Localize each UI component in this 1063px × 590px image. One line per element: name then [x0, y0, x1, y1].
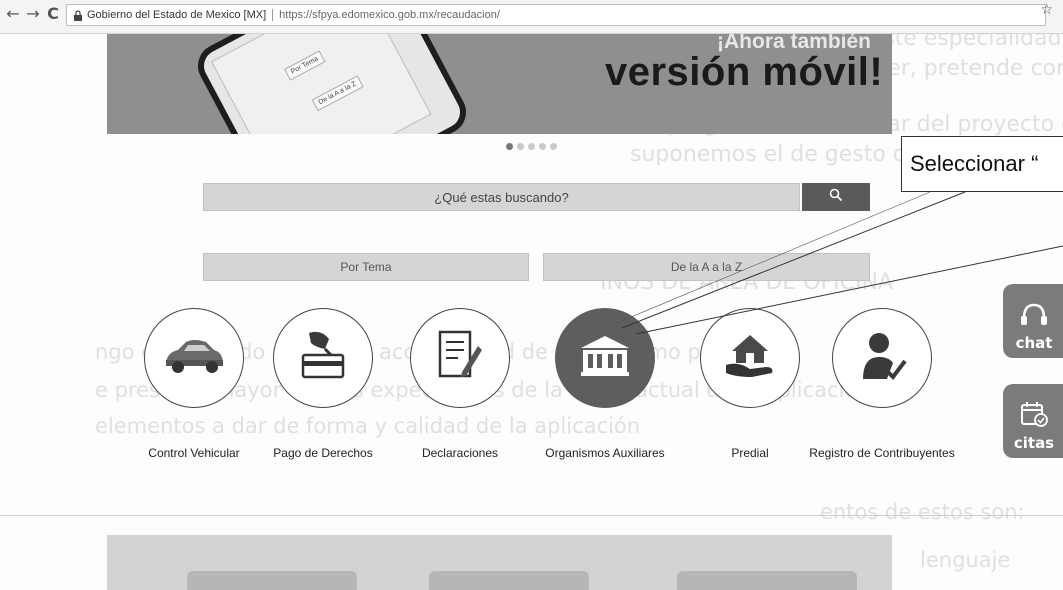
banner-thumbnail[interactable] — [187, 571, 357, 590]
phone-tile: De la A a la Z — [311, 75, 364, 112]
category-predial[interactable]: Predial — [690, 308, 810, 508]
banner-title: versión móvil! — [605, 50, 884, 94]
carousel-dot[interactable] — [550, 143, 557, 150]
browser-toolbar: ← → C Gobierno del Estado de Mexico [MX]… — [0, 0, 1063, 34]
secondary-banner[interactable] — [107, 535, 892, 590]
site-identity: Gobierno del Estado de Mexico [MX] — [87, 9, 274, 21]
category-label: Organismos Auxiliares — [545, 446, 665, 460]
lock-icon — [73, 10, 83, 21]
payment-card-icon — [295, 329, 351, 388]
forward-arrow-icon[interactable]: → — [24, 5, 42, 23]
document-pen-icon — [436, 328, 484, 389]
filter-by-topic-button[interactable]: Por Tema — [203, 253, 529, 281]
section-divider — [0, 515, 1063, 516]
carousel-dots — [506, 143, 557, 151]
headset-icon — [1019, 302, 1049, 332]
category-circle[interactable] — [555, 308, 655, 408]
category-label: Pago de Derechos — [273, 446, 373, 460]
building-icon — [579, 334, 631, 383]
back-arrow-icon[interactable]: ← — [4, 5, 22, 23]
promo-banner[interactable]: Por Tema De la A a la Z ¡Ahora también v… — [107, 34, 892, 134]
category-declaraciones[interactable]: Declaraciones — [400, 308, 520, 508]
citas-button[interactable]: citas — [1003, 384, 1063, 458]
category-circle[interactable] — [410, 308, 510, 408]
filter-a-to-z-button[interactable]: De la A a la Z — [543, 253, 870, 281]
category-label: Declaraciones — [421, 446, 499, 460]
category-circle[interactable] — [832, 308, 932, 408]
background-text-line: lenguaje — [920, 548, 1011, 572]
phone-illustration: Por Tema De la A a la Z — [190, 34, 474, 134]
url-text[interactable]: https://sfpya.edomexico.gob.mx/recaudaci… — [273, 9, 500, 21]
chat-button[interactable]: chat — [1003, 284, 1063, 358]
bookmark-star-icon[interactable]: ☆ — [1040, 2, 1053, 18]
banner-thumbnail[interactable] — [677, 571, 857, 590]
category-circle[interactable] — [273, 308, 373, 408]
phone-tile: Por Tema — [284, 50, 326, 81]
carousel-dot[interactable] — [539, 143, 546, 150]
banner-thumbnail[interactable] — [429, 571, 589, 590]
chat-label: chat — [1015, 334, 1053, 352]
citas-label: citas — [1013, 434, 1055, 452]
category-circle[interactable] — [144, 308, 244, 408]
calendar-check-icon — [1019, 400, 1049, 432]
search-icon — [829, 188, 843, 207]
category-label: Registro de Contribuyentes — [809, 446, 955, 460]
house-hand-icon — [722, 331, 778, 386]
carousel-dot[interactable] — [528, 143, 535, 150]
reload-icon[interactable]: C — [44, 5, 62, 23]
address-bar[interactable]: Gobierno del Estado de Mexico [MX] https… — [66, 4, 1046, 26]
category-organismos-auxiliares[interactable]: Organismos Auxiliares — [545, 308, 665, 508]
person-check-icon — [857, 329, 907, 388]
instruction-callout: Seleccionar “ — [901, 136, 1063, 192]
search-input[interactable]: ¿Qué estas buscando? — [203, 183, 800, 211]
category-pago-de-derechos[interactable]: Pago de Derechos — [263, 308, 383, 508]
search-button[interactable] — [802, 183, 870, 211]
category-control-vehicular[interactable]: Control Vehicular — [134, 308, 254, 508]
carousel-dot[interactable] — [517, 143, 524, 150]
carousel-dot[interactable] — [506, 143, 513, 150]
category-circle[interactable] — [700, 308, 800, 408]
car-icon — [162, 336, 226, 381]
category-registro-de-contribuyentes[interactable]: Registro de Contribuyentes — [809, 308, 955, 508]
